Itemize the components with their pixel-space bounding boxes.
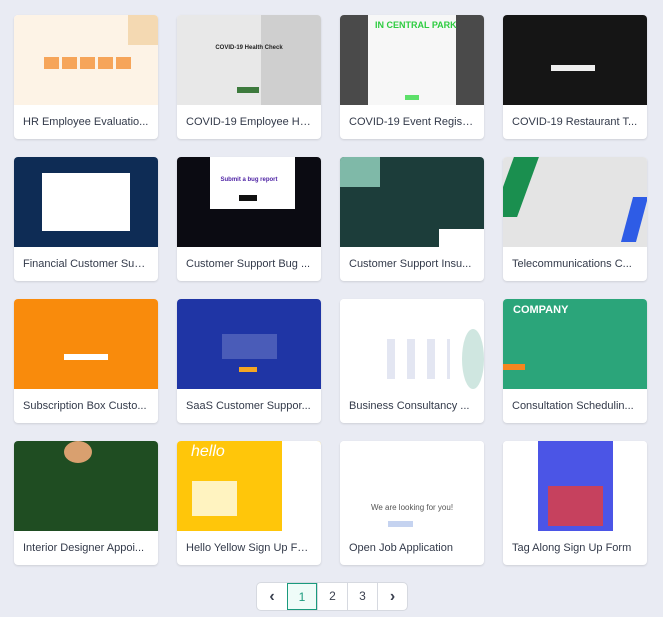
- template-preview-image: [503, 15, 647, 105]
- template-preview-image: We are looking for you!: [340, 441, 484, 531]
- page-3-button[interactable]: 3: [347, 583, 377, 610]
- template-card[interactable]: Tag Along Sign Up Form: [503, 441, 647, 565]
- prev-page-button[interactable]: ‹: [257, 583, 287, 610]
- template-title: Hello Yellow Sign Up Fo...: [186, 542, 313, 554]
- template-title: Financial Customer Sup...: [23, 258, 150, 270]
- template-preview-image: [340, 157, 484, 247]
- template-card[interactable]: IN CENTRAL PARK COVID-19 Event Registr...: [340, 15, 484, 139]
- template-card[interactable]: Submit a bug report Customer Support Bug …: [177, 157, 321, 281]
- template-title: Telecommunications C...: [512, 258, 632, 270]
- page-1-button[interactable]: 1: [287, 583, 317, 610]
- template-grid: HR Employee Evaluatio... COVID-19 Health …: [14, 15, 647, 565]
- template-card[interactable]: Subscription Box Custo...: [14, 299, 158, 423]
- template-preview-image: [14, 441, 158, 531]
- template-card[interactable]: hello Hello Yellow Sign Up Fo...: [177, 441, 321, 565]
- template-preview-image: [503, 157, 647, 247]
- template-preview-image: [14, 299, 158, 389]
- template-card[interactable]: We are looking for you! Open Job Applicat…: [340, 441, 484, 565]
- template-title: SaaS Customer Suppor...: [186, 400, 311, 412]
- template-title: Interior Designer Appoi...: [23, 542, 145, 554]
- template-preview-image: [503, 441, 647, 531]
- template-card[interactable]: Customer Support Insu...: [340, 157, 484, 281]
- template-card[interactable]: Telecommunications C...: [503, 157, 647, 281]
- template-title: Tag Along Sign Up Form: [512, 542, 632, 554]
- template-preview-image: COMPANY: [503, 299, 647, 389]
- template-preview-image: Submit a bug report: [177, 157, 321, 247]
- template-title: Business Consultancy ...: [349, 400, 470, 412]
- next-page-button[interactable]: ›: [377, 583, 407, 610]
- pagination: ‹ 1 2 3 ›: [256, 582, 408, 611]
- preview-text: hello: [191, 443, 225, 460]
- preview-text: IN CENTRAL PARK: [375, 20, 457, 30]
- chevron-right-icon: ›: [389, 588, 396, 605]
- template-card[interactable]: Financial Customer Sup...: [14, 157, 158, 281]
- template-card[interactable]: HR Employee Evaluatio...: [14, 15, 158, 139]
- template-preview-image: [14, 15, 158, 105]
- template-preview-image: [177, 299, 321, 389]
- template-preview-image: COVID-19 Health Check: [177, 15, 321, 105]
- chevron-left-icon: ‹: [269, 588, 275, 605]
- template-title: COVID-19 Employee He...: [186, 116, 315, 128]
- template-title: Customer Support Insu...: [349, 258, 472, 270]
- preview-text: We are looking for you!: [370, 503, 454, 512]
- template-title: Consultation Schedulin...: [512, 400, 634, 412]
- preview-text: Submit a bug report: [220, 177, 278, 183]
- template-card[interactable]: Interior Designer Appoi...: [14, 441, 158, 565]
- page-2-button[interactable]: 2: [317, 583, 347, 610]
- template-card[interactable]: SaaS Customer Suppor...: [177, 299, 321, 423]
- template-preview-image: [340, 299, 484, 389]
- template-preview-image: [14, 157, 158, 247]
- template-preview-image: hello: [177, 441, 321, 531]
- template-title: COVID-19 Restaurant T...: [512, 116, 638, 128]
- template-card[interactable]: Business Consultancy ...: [340, 299, 484, 423]
- template-card[interactable]: COVID-19 Health Check COVID-19 Employee H…: [177, 15, 321, 139]
- template-title: Subscription Box Custo...: [23, 400, 147, 412]
- template-title: HR Employee Evaluatio...: [23, 116, 149, 128]
- template-title: Open Job Application: [349, 542, 453, 554]
- preview-text: COVID-19 Health Check: [215, 45, 283, 51]
- template-card[interactable]: COMPANY Consultation Schedulin...: [503, 299, 647, 423]
- template-title: COVID-19 Event Registr...: [349, 116, 478, 128]
- preview-text: COMPANY: [513, 304, 569, 316]
- template-card[interactable]: COVID-19 Restaurant T...: [503, 15, 647, 139]
- template-title: Customer Support Bug ...: [186, 258, 311, 270]
- template-preview-image: IN CENTRAL PARK: [340, 15, 484, 105]
